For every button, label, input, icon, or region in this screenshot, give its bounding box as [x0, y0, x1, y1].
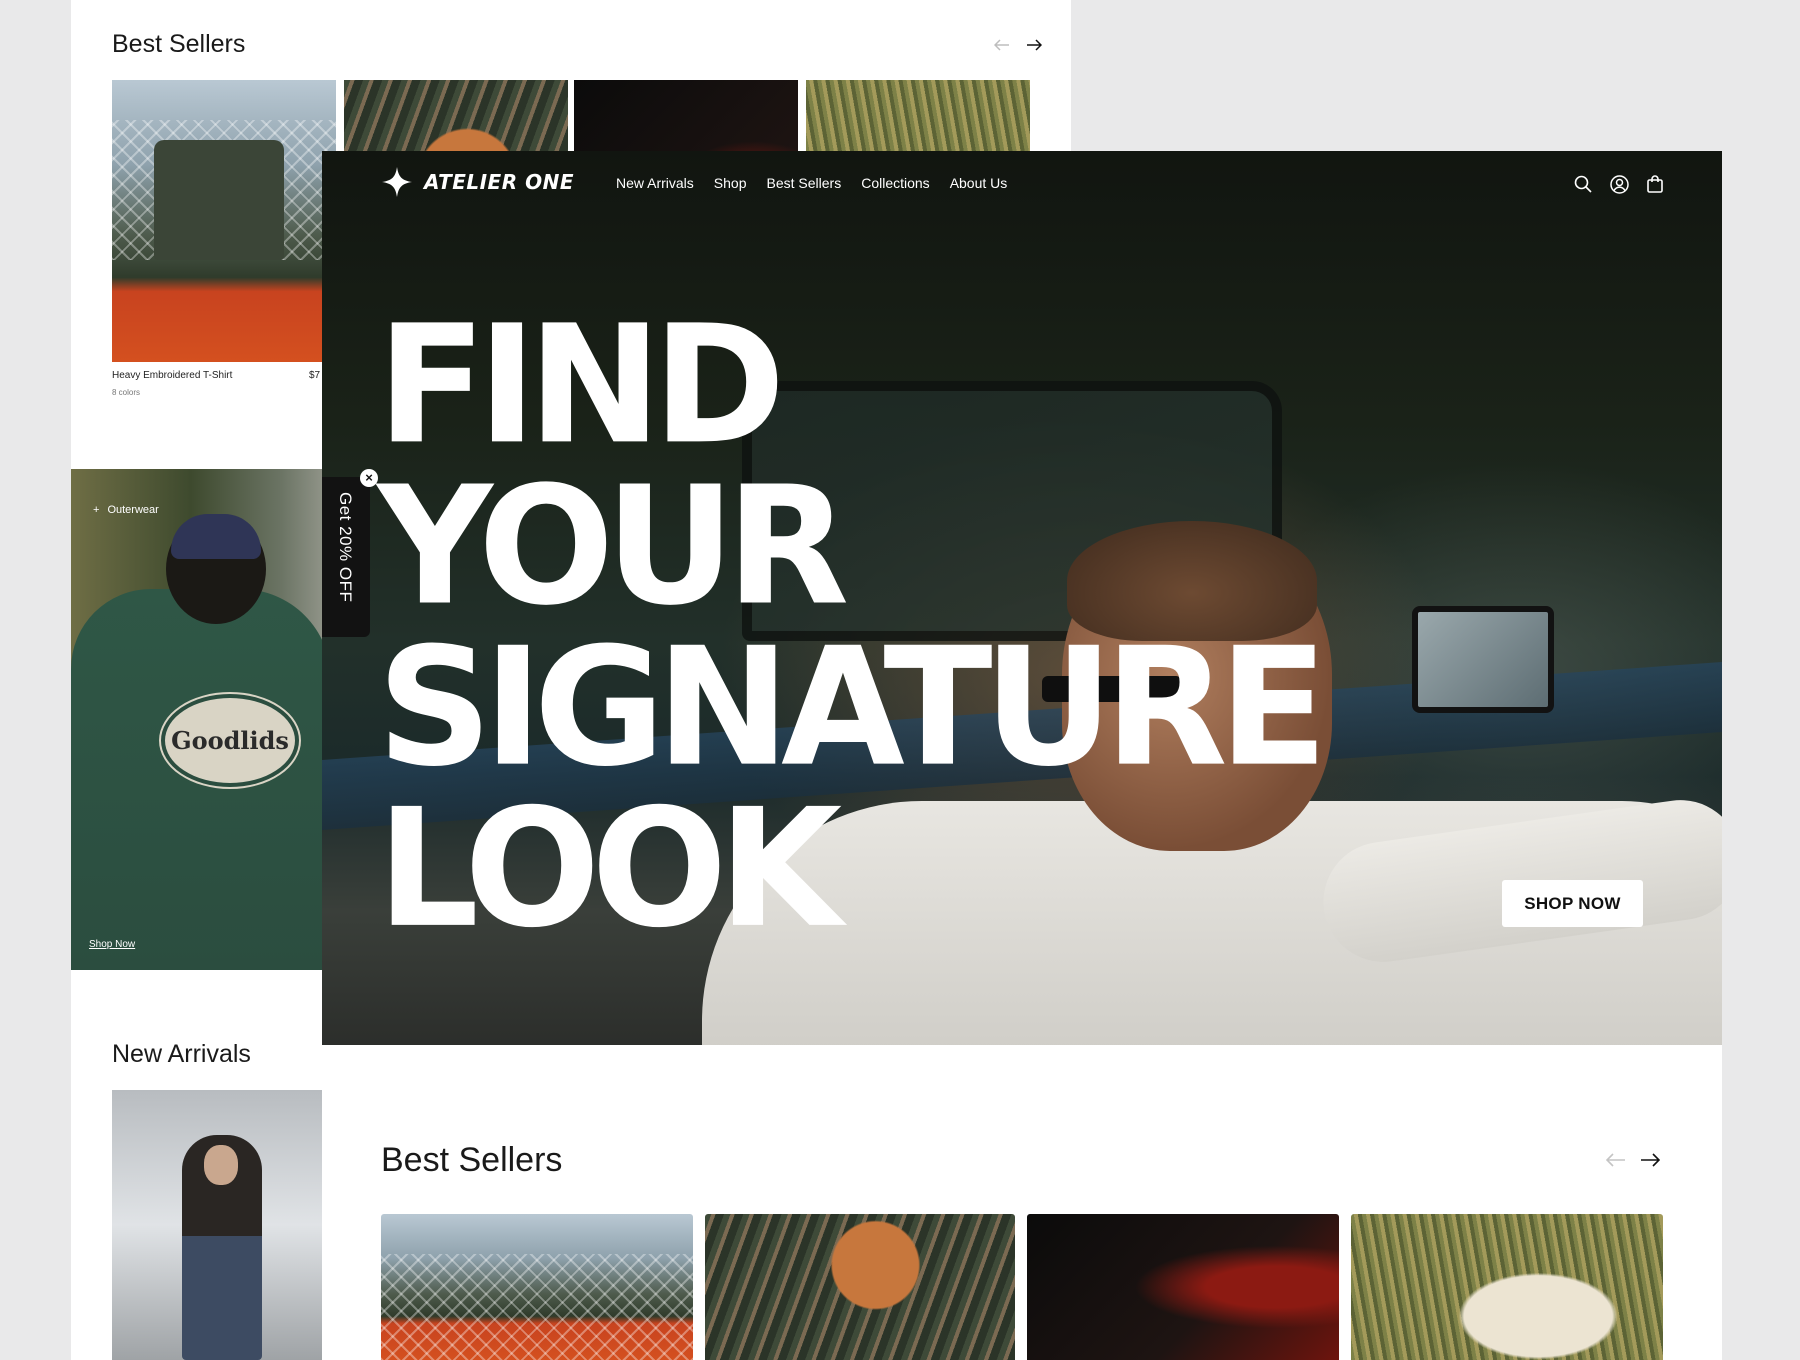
- bag-icon[interactable]: [1644, 173, 1666, 195]
- bg-prev-arrow-icon[interactable]: [991, 34, 1013, 56]
- banner-tag[interactable]: + Outerwear: [93, 504, 159, 516]
- account-icon[interactable]: [1608, 173, 1630, 195]
- bg-carousel-arrows: [991, 34, 1045, 56]
- bg-product-colors: 8 colors: [112, 388, 141, 397]
- banner-shop-now-link[interactable]: Shop Now: [89, 939, 135, 950]
- storefront-page: ATELIER ONE New Arrivals Shop Best Selle…: [322, 151, 1722, 1360]
- hero-section: ATELIER ONE New Arrivals Shop Best Selle…: [322, 151, 1722, 1045]
- sparkle-icon: [382, 167, 412, 197]
- plus-icon: +: [93, 504, 100, 516]
- product-card-image-tshirt[interactable]: [381, 1214, 693, 1360]
- prev-arrow-icon[interactable]: [1605, 1149, 1627, 1171]
- headline-line-3: SIGNATURE: [377, 611, 1328, 803]
- nav-link-new-arrivals[interactable]: New Arrivals: [616, 175, 694, 191]
- car-mirror: [1412, 606, 1554, 713]
- goodlids-logo: Goodlids: [159, 692, 301, 789]
- search-icon[interactable]: [1572, 173, 1594, 195]
- nav-link-about-us[interactable]: About Us: [950, 175, 1008, 191]
- best-sellers-title: Best Sellers: [381, 1141, 563, 1179]
- hero-headline: FIND YOUR SIGNATURE LOOK: [377, 289, 1328, 964]
- promo-tab[interactable]: Get 20% OFF: [322, 477, 370, 637]
- bg-best-sellers-title: Best Sellers: [112, 30, 246, 58]
- product-card-image-cap[interactable]: [705, 1214, 1015, 1360]
- headline-line-1: FIND: [377, 289, 786, 481]
- product-card-image-tee-grass[interactable]: [1351, 1214, 1663, 1360]
- nav-link-shop[interactable]: Shop: [714, 175, 747, 191]
- brand-name: ATELIER ONE: [424, 170, 574, 194]
- nav-link-best-sellers[interactable]: Best Sellers: [767, 175, 842, 191]
- bg-new-arrival-image[interactable]: [112, 1090, 336, 1360]
- headline-line-2: YOUR: [377, 450, 849, 642]
- bg-product-name[interactable]: Heavy Embroidered T-Shirt: [112, 370, 232, 381]
- shop-now-button[interactable]: SHOP NOW: [1502, 880, 1643, 927]
- promo-close-icon[interactable]: ×: [360, 469, 378, 487]
- bg-product-price: $7: [309, 370, 321, 381]
- bg-product-image-tshirt[interactable]: [112, 80, 336, 362]
- carousel-arrows: [1605, 1149, 1661, 1171]
- product-card-image-car[interactable]: [1027, 1214, 1339, 1360]
- headline-line-4: LOOK: [377, 772, 842, 964]
- brand-logo[interactable]: ATELIER ONE: [382, 167, 574, 197]
- nav-link-collections[interactable]: Collections: [861, 175, 929, 191]
- next-arrow-icon[interactable]: [1639, 1149, 1661, 1171]
- bg-new-arrivals-title: New Arrivals: [112, 1040, 251, 1068]
- banner-tag-label: Outerwear: [107, 504, 159, 516]
- promo-label: Get 20% OFF: [336, 492, 355, 603]
- bg-next-arrow-icon[interactable]: [1023, 34, 1045, 56]
- nav-icons: [1572, 173, 1666, 195]
- main-nav: ATELIER ONE New Arrivals Shop Best Selle…: [322, 151, 1722, 219]
- nav-links: New Arrivals Shop Best Sellers Collectio…: [616, 175, 1007, 191]
